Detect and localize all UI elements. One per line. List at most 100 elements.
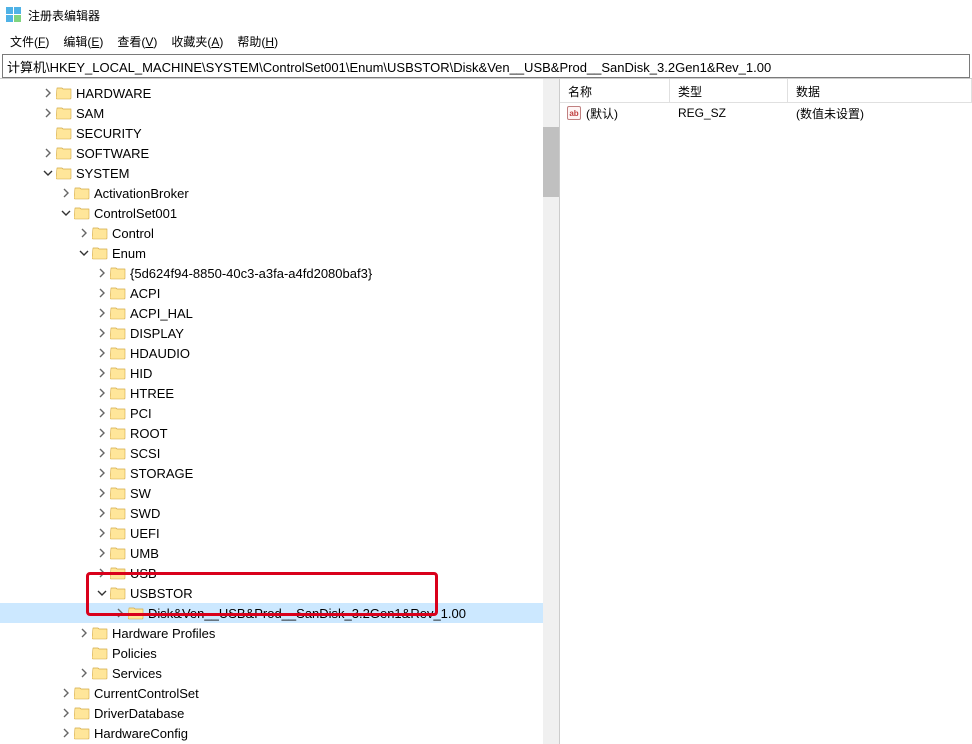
- tree-item[interactable]: HDAUDIO: [0, 343, 559, 363]
- tree-item-label: SYSTEM: [76, 166, 129, 181]
- chevron-right-icon[interactable]: [78, 627, 90, 639]
- chevron-right-icon[interactable]: [42, 147, 54, 159]
- folder-icon: [56, 166, 72, 180]
- tree-item[interactable]: Hardware Profiles: [0, 623, 559, 643]
- tree-item[interactable]: Disk&Ven__USB&Prod__SanDisk_3.2Gen1&Rev_…: [0, 603, 559, 623]
- tree-item[interactable]: Services: [0, 663, 559, 683]
- tree-item-label: HardwareConfig: [94, 726, 188, 741]
- tree-item[interactable]: ActivationBroker: [0, 183, 559, 203]
- chevron-right-icon[interactable]: [96, 387, 108, 399]
- chevron-right-icon[interactable]: [60, 707, 72, 719]
- folder-icon: [92, 246, 108, 260]
- tree-item[interactable]: {5d624f94-8850-40c3-a3fa-a4fd2080baf3}: [0, 263, 559, 283]
- tree-item[interactable]: SECURITY: [0, 123, 559, 143]
- tree-item[interactable]: HardwareConfig: [0, 723, 559, 743]
- tree-item[interactable]: STORAGE: [0, 463, 559, 483]
- chevron-right-icon[interactable]: [96, 507, 108, 519]
- folder-icon: [110, 446, 126, 460]
- address-text: 计算机\HKEY_LOCAL_MACHINE\SYSTEM\ControlSet…: [7, 57, 771, 76]
- chevron-right-icon[interactable]: [78, 667, 90, 679]
- tree-item[interactable]: DISPLAY: [0, 323, 559, 343]
- tree-item[interactable]: SW: [0, 483, 559, 503]
- tree-scrollbar-thumb[interactable]: [543, 127, 559, 197]
- chevron-right-icon[interactable]: [96, 567, 108, 579]
- tree-item[interactable]: HID: [0, 363, 559, 383]
- address-bar[interactable]: 计算机\HKEY_LOCAL_MACHINE\SYSTEM\ControlSet…: [2, 54, 970, 78]
- chevron-down-icon[interactable]: [96, 587, 108, 599]
- chevron-right-icon[interactable]: [96, 547, 108, 559]
- menu-favorites[interactable]: 收藏夹(A): [171, 33, 223, 50]
- value-row[interactable]: ab(默认)REG_SZ(数值未设置): [560, 103, 972, 123]
- menu-file[interactable]: 文件(F): [10, 33, 49, 50]
- chevron-right-icon[interactable]: [96, 287, 108, 299]
- column-data[interactable]: 数据: [788, 79, 972, 102]
- chevron-right-icon[interactable]: [96, 307, 108, 319]
- folder-icon: [110, 386, 126, 400]
- chevron-right-icon[interactable]: [96, 347, 108, 359]
- chevron-right-icon[interactable]: [96, 487, 108, 499]
- chevron-right-icon[interactable]: [60, 727, 72, 739]
- folder-icon: [110, 326, 126, 340]
- tree-item[interactable]: HARDWARE: [0, 83, 559, 103]
- tree-item[interactable]: HTREE: [0, 383, 559, 403]
- tree-item[interactable]: UMB: [0, 543, 559, 563]
- chevron-down-icon[interactable]: [78, 247, 90, 259]
- folder-icon: [92, 666, 108, 680]
- values-header[interactable]: 名称 类型 数据: [560, 79, 972, 103]
- menu-edit[interactable]: 编辑(E): [63, 33, 103, 50]
- chevron-right-icon[interactable]: [42, 107, 54, 119]
- tree-item-label: SAM: [76, 106, 104, 121]
- menu-help[interactable]: 帮助(H): [237, 33, 278, 50]
- chevron-right-icon[interactable]: [42, 87, 54, 99]
- tree-item-label: USBSTOR: [130, 586, 193, 601]
- folder-icon: [110, 526, 126, 540]
- tree-item[interactable]: UEFI: [0, 523, 559, 543]
- tree-item[interactable]: SCSI: [0, 443, 559, 463]
- tree-item[interactable]: Control: [0, 223, 559, 243]
- chevron-down-icon[interactable]: [42, 167, 54, 179]
- column-name[interactable]: 名称: [560, 79, 670, 102]
- tree-item[interactable]: SWD: [0, 503, 559, 523]
- tree-item[interactable]: SAM: [0, 103, 559, 123]
- tree-item-label: Enum: [112, 246, 146, 261]
- tree-item[interactable]: SOFTWARE: [0, 143, 559, 163]
- tree-item[interactable]: Enum: [0, 243, 559, 263]
- chevron-right-icon[interactable]: [78, 227, 90, 239]
- chevron-right-icon[interactable]: [96, 447, 108, 459]
- tree-item[interactable]: USB: [0, 563, 559, 583]
- chevron-right-icon[interactable]: [60, 687, 72, 699]
- chevron-right-icon[interactable]: [114, 607, 126, 619]
- menu-view[interactable]: 查看(V): [117, 33, 157, 50]
- chevron-right-icon[interactable]: [96, 367, 108, 379]
- tree-item-label: HARDWARE: [76, 86, 151, 101]
- tree-item[interactable]: DriverDatabase: [0, 703, 559, 723]
- registry-tree[interactable]: HARDWARE SAM SECURITY SOFTWARE SYSTEM Activat…: [0, 79, 559, 744]
- tree-item[interactable]: ACPI: [0, 283, 559, 303]
- tree-item[interactable]: PCI: [0, 403, 559, 423]
- chevron-right-icon[interactable]: [96, 327, 108, 339]
- chevron-right-icon[interactable]: [96, 527, 108, 539]
- folder-icon: [110, 566, 126, 580]
- tree-item[interactable]: SYSTEM: [0, 163, 559, 183]
- folder-icon: [110, 586, 126, 600]
- chevron-right-icon[interactable]: [96, 267, 108, 279]
- chevron-right-icon[interactable]: [96, 467, 108, 479]
- chevron-right-icon[interactable]: [60, 187, 72, 199]
- tree-item[interactable]: ControlSet001: [0, 203, 559, 223]
- folder-icon: [74, 186, 90, 200]
- values-rows: ab(默认)REG_SZ(数值未设置): [560, 103, 972, 123]
- tree-item[interactable]: Policies: [0, 643, 559, 663]
- column-type[interactable]: 类型: [670, 79, 788, 102]
- chevron-down-icon[interactable]: [60, 207, 72, 219]
- tree-item[interactable]: ROOT: [0, 423, 559, 443]
- folder-icon: [56, 146, 72, 160]
- tree-item-label: SOFTWARE: [76, 146, 149, 161]
- tree-item[interactable]: USBSTOR: [0, 583, 559, 603]
- tree-item[interactable]: ACPI_HAL: [0, 303, 559, 323]
- chevron-right-icon[interactable]: [96, 407, 108, 419]
- chevron-right-icon[interactable]: [96, 427, 108, 439]
- value-name-cell: ab(默认): [560, 105, 670, 122]
- tree-scrollbar[interactable]: [543, 79, 559, 744]
- tree-item[interactable]: CurrentControlSet: [0, 683, 559, 703]
- tree-item-label: USB: [130, 566, 157, 581]
